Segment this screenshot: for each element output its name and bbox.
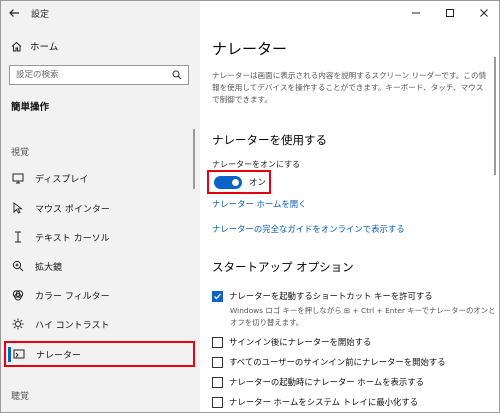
search-box[interactable] [9, 65, 189, 85]
magnifier-icon [11, 259, 25, 273]
sidebar-item-label: ハイ コントラスト [35, 320, 110, 331]
sidebar-item-text-cursor[interactable]: テキスト カーソル [5, 224, 195, 250]
window-controls [399, 1, 499, 25]
shortcut-checkbox-row[interactable]: ナレーターを起動するショートカット キーを許可する [212, 290, 433, 302]
sidebar-item-label: ディスプレイ [35, 174, 89, 185]
sidebar-item-label: カラー フィルター [35, 291, 110, 302]
home-link[interactable]: ホーム [11, 39, 58, 53]
display-icon [11, 171, 25, 185]
page-description: ナレーターは画面に表示される内容を説明するスクリーン リーダーです。この情報を使… [212, 71, 487, 104]
high-contrast-icon [11, 317, 25, 331]
home-icon [11, 41, 22, 51]
sidebar-scrollbar[interactable] [193, 129, 195, 189]
group-label-vision: 視覚 [11, 148, 30, 158]
sidebar-item-label: テキスト カーソル [35, 233, 110, 244]
minimize-button[interactable] [399, 1, 433, 25]
open-narrator-home-link[interactable]: ナレーター ホームを開く [212, 198, 307, 210]
sidebar-item-display[interactable]: ディスプレイ [5, 165, 195, 191]
sidebar-item-label: ナレーター [36, 350, 82, 361]
sidebar-item-magnifier[interactable]: 拡大鏡 [5, 253, 195, 279]
search-icon [172, 70, 182, 80]
text-cursor-icon [11, 230, 25, 244]
narrator-toggle[interactable] [214, 175, 242, 189]
close-button[interactable] [467, 1, 499, 25]
sidebar-item-mouse-pointer[interactable]: マウス ポインター [5, 195, 195, 221]
startup-options-heading: スタートアップ オプション [212, 260, 354, 274]
section-title: 簡単操作 [11, 102, 50, 113]
option-label: ナレーター ホームをシステム トレイに最小化する [229, 397, 419, 407]
group-label-hearing: 聴覚 [11, 392, 30, 402]
minimize-icon [412, 12, 420, 14]
option-label: すべてのユーザーのサインイン前にナレーターを開始する [229, 357, 446, 367]
toggle-state: オン [249, 178, 267, 188]
maximize-icon [446, 9, 454, 17]
option-row[interactable]: サインイン後にナレーターを開始する [212, 336, 371, 348]
narrator-toggle-container[interactable]: オン [207, 170, 271, 194]
content-scrollbar[interactable] [494, 57, 496, 175]
sidebar-item-label: 拡大鏡 [35, 262, 63, 273]
close-icon [480, 9, 488, 17]
sidebar-item-color-filter[interactable]: カラー フィルター [5, 282, 195, 308]
app-title: 設定 [31, 9, 50, 20]
page-title: ナレーター [212, 40, 288, 58]
option-row[interactable]: ナレーターの起動時にナレーター ホームを表示する [212, 376, 424, 388]
shortcut-checkbox[interactable] [212, 290, 223, 302]
option-checkbox[interactable] [212, 336, 223, 348]
sidebar-item-label: マウス ポインター [35, 204, 110, 215]
back-arrow-icon [9, 9, 19, 17]
maximize-button[interactable] [433, 1, 467, 25]
toggle-knob [232, 178, 239, 186]
use-narrator-heading: ナレーターを使用する [212, 133, 327, 147]
option-checkbox[interactable] [212, 356, 223, 368]
back-button[interactable] [1, 1, 27, 25]
narrator-icon [12, 347, 26, 361]
home-label: ホーム [30, 42, 59, 53]
option-row[interactable]: すべてのユーザーのサインイン前にナレーターを開始する [212, 356, 446, 368]
settings-window: 設定 ホーム 簡単操作 視覚 ディスプレイ マウス ポインター [0, 0, 500, 413]
sidebar: 設定 ホーム 簡単操作 視覚 ディスプレイ マウス ポインター [1, 1, 200, 412]
narrator-guide-link[interactable]: ナレーターの完全なガイドをオンラインで表示する [212, 223, 405, 235]
toggle-label: ナレーターをオンにする [212, 160, 301, 169]
shortcut-checkbox-label: ナレーターを起動するショートカット キーを許可する [229, 291, 433, 301]
option-checkbox[interactable] [212, 376, 223, 388]
color-filter-icon [11, 288, 25, 302]
option-label: ナレーターの起動時にナレーター ホームを表示する [229, 377, 425, 387]
option-label: サインイン後にナレーターを開始する [229, 337, 372, 347]
check-icon [214, 293, 221, 299]
option-row[interactable]: ナレーター ホームをシステム トレイに最小化する [212, 396, 418, 408]
main-content: ナレーター ナレーターは画面に表示される内容を説明するスクリーン リーダーです。… [200, 1, 499, 412]
shortcut-note: Windows ロゴ キーを押しながら ⊞ + Ctrl + Enter キーで… [230, 306, 496, 327]
sidebar-item-narrator[interactable]: ナレーター [4, 341, 195, 367]
title-bar: 設定 [1, 1, 200, 25]
mouse-pointer-icon [11, 201, 25, 215]
search-input[interactable] [16, 70, 156, 80]
option-checkbox[interactable] [212, 396, 223, 408]
sidebar-item-high-contrast[interactable]: ハイ コントラスト [5, 311, 195, 337]
